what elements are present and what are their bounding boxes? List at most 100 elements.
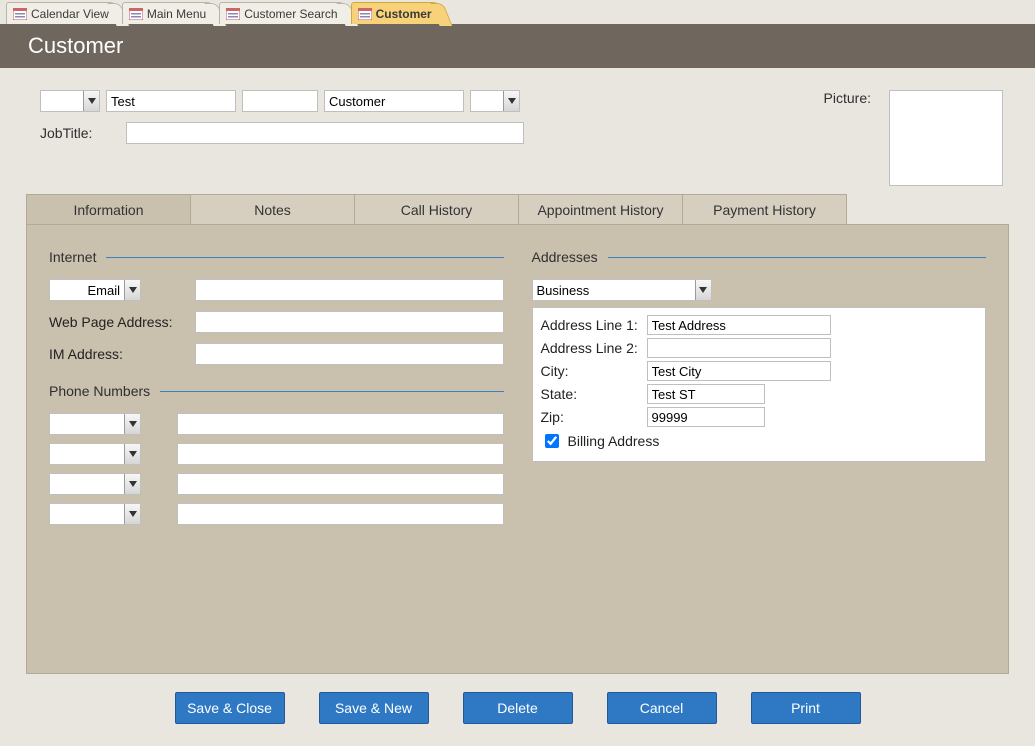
phone-row [49, 413, 504, 435]
tab-label: Information [73, 202, 143, 218]
im-address-input[interactable] [195, 343, 504, 365]
addresses-group-title: Addresses [532, 249, 987, 265]
window-tab-label: Calendar View [31, 7, 109, 21]
detail-tabcontrol: Information Notes Call History Appointme… [0, 194, 1035, 674]
suffix-combo[interactable] [470, 90, 520, 112]
detail-tabs: Information Notes Call History Appointme… [26, 194, 1009, 224]
divider-line [608, 257, 986, 258]
phone-number-input[interactable] [177, 473, 504, 495]
form-icon [358, 8, 372, 20]
divider-line [106, 257, 503, 258]
billing-address-row: Billing Address [541, 431, 978, 451]
tab-call-history[interactable]: Call History [354, 194, 519, 224]
prefix-combo[interactable] [40, 90, 100, 112]
tab-label: Appointment History [537, 202, 663, 218]
window-tab-main-menu[interactable]: Main Menu [122, 2, 217, 24]
zip-input[interactable] [647, 407, 765, 427]
cancel-button[interactable]: Cancel [607, 692, 717, 724]
button-label: Delete [497, 700, 537, 716]
phone-type-input[interactable] [50, 444, 124, 464]
phone-number-input[interactable] [177, 443, 504, 465]
group-label: Phone Numbers [49, 383, 150, 399]
phone-type-input[interactable] [50, 504, 124, 524]
chevron-down-icon[interactable] [124, 444, 140, 464]
picture-block: Picture: [824, 90, 1009, 186]
phone-number-input[interactable] [177, 503, 504, 525]
suffix-input[interactable] [471, 91, 503, 111]
left-column: Internet Web Page Address: IM Add [49, 243, 504, 655]
contact-value-input[interactable] [195, 279, 504, 301]
im-address-label: IM Address: [49, 346, 189, 362]
app-root: Calendar View Main Menu Customer Search … [0, 0, 1035, 746]
chevron-down-icon[interactable] [124, 474, 140, 494]
information-panel: Internet Web Page Address: IM Add [26, 224, 1009, 674]
last-name-input[interactable] [324, 90, 464, 112]
web-page-input[interactable] [195, 311, 504, 333]
middle-name-input[interactable] [242, 90, 318, 112]
billing-address-label: Billing Address [568, 433, 660, 449]
group-label: Internet [49, 249, 96, 265]
chevron-down-icon[interactable] [124, 504, 140, 524]
button-label: Cancel [640, 700, 684, 716]
jobtitle-input[interactable] [126, 122, 524, 144]
tab-payment-history[interactable]: Payment History [682, 194, 847, 224]
phone-row [49, 443, 504, 465]
phone-group-title: Phone Numbers [49, 383, 504, 399]
tab-appointment-history[interactable]: Appointment History [518, 194, 683, 224]
contact-type-combo[interactable] [49, 279, 141, 301]
contact-type-input[interactable] [50, 280, 124, 300]
address-type-combo[interactable] [532, 279, 712, 301]
phone-type-input[interactable] [50, 414, 124, 434]
print-button[interactable]: Print [751, 692, 861, 724]
address-line2-input[interactable] [647, 338, 831, 358]
delete-button[interactable]: Delete [463, 692, 573, 724]
tab-label: Payment History [713, 202, 816, 218]
button-label: Save & Close [187, 700, 272, 716]
billing-address-checkbox[interactable] [545, 434, 559, 448]
address-type-input[interactable] [533, 280, 695, 300]
phone-type-combo[interactable] [49, 413, 141, 435]
phone-type-input[interactable] [50, 474, 124, 494]
address-line1-input[interactable] [647, 315, 831, 335]
window-tab-customer[interactable]: Customer [351, 2, 443, 24]
divider-line [160, 391, 503, 392]
tab-information[interactable]: Information [26, 194, 191, 224]
phone-row [49, 473, 504, 495]
button-label: Save & New [335, 700, 412, 716]
first-name-input[interactable] [106, 90, 236, 112]
city-label: City: [541, 363, 641, 379]
picture-label: Picture: [824, 90, 871, 106]
window-tab-customer-search[interactable]: Customer Search [219, 2, 348, 24]
save-new-button[interactable]: Save & New [319, 692, 429, 724]
address-line1-label: Address Line 1: [541, 317, 641, 333]
internet-group-title: Internet [49, 249, 504, 265]
tab-label: Call History [401, 202, 473, 218]
form-icon [13, 8, 27, 20]
chevron-down-icon[interactable] [503, 91, 519, 111]
phone-type-combo[interactable] [49, 473, 141, 495]
tab-notes[interactable]: Notes [190, 194, 355, 224]
state-label: State: [541, 386, 641, 402]
window-tabbar: Calendar View Main Menu Customer Search … [0, 0, 1035, 24]
web-page-label: Web Page Address: [49, 314, 189, 330]
phone-number-input[interactable] [177, 413, 504, 435]
page-title: Customer [28, 33, 123, 59]
city-input[interactable] [647, 361, 831, 381]
window-tab-label: Customer [376, 7, 432, 21]
zip-label: Zip: [541, 409, 641, 425]
phone-type-combo[interactable] [49, 443, 141, 465]
form-icon [129, 8, 143, 20]
prefix-input[interactable] [41, 91, 83, 111]
address-panel: Address Line 1: Address Line 2: City: St… [532, 307, 987, 462]
state-input[interactable] [647, 384, 765, 404]
phone-type-combo[interactable] [49, 503, 141, 525]
chevron-down-icon[interactable] [83, 91, 99, 111]
chevron-down-icon[interactable] [124, 280, 140, 300]
chevron-down-icon[interactable] [695, 280, 711, 300]
button-bar: Save & Close Save & New Delete Cancel Pr… [0, 674, 1035, 742]
picture-box[interactable] [889, 90, 1003, 186]
save-close-button[interactable]: Save & Close [175, 692, 285, 724]
page-header: Customer [0, 24, 1035, 68]
chevron-down-icon[interactable] [124, 414, 140, 434]
window-tab-calendar-view[interactable]: Calendar View [6, 2, 120, 24]
